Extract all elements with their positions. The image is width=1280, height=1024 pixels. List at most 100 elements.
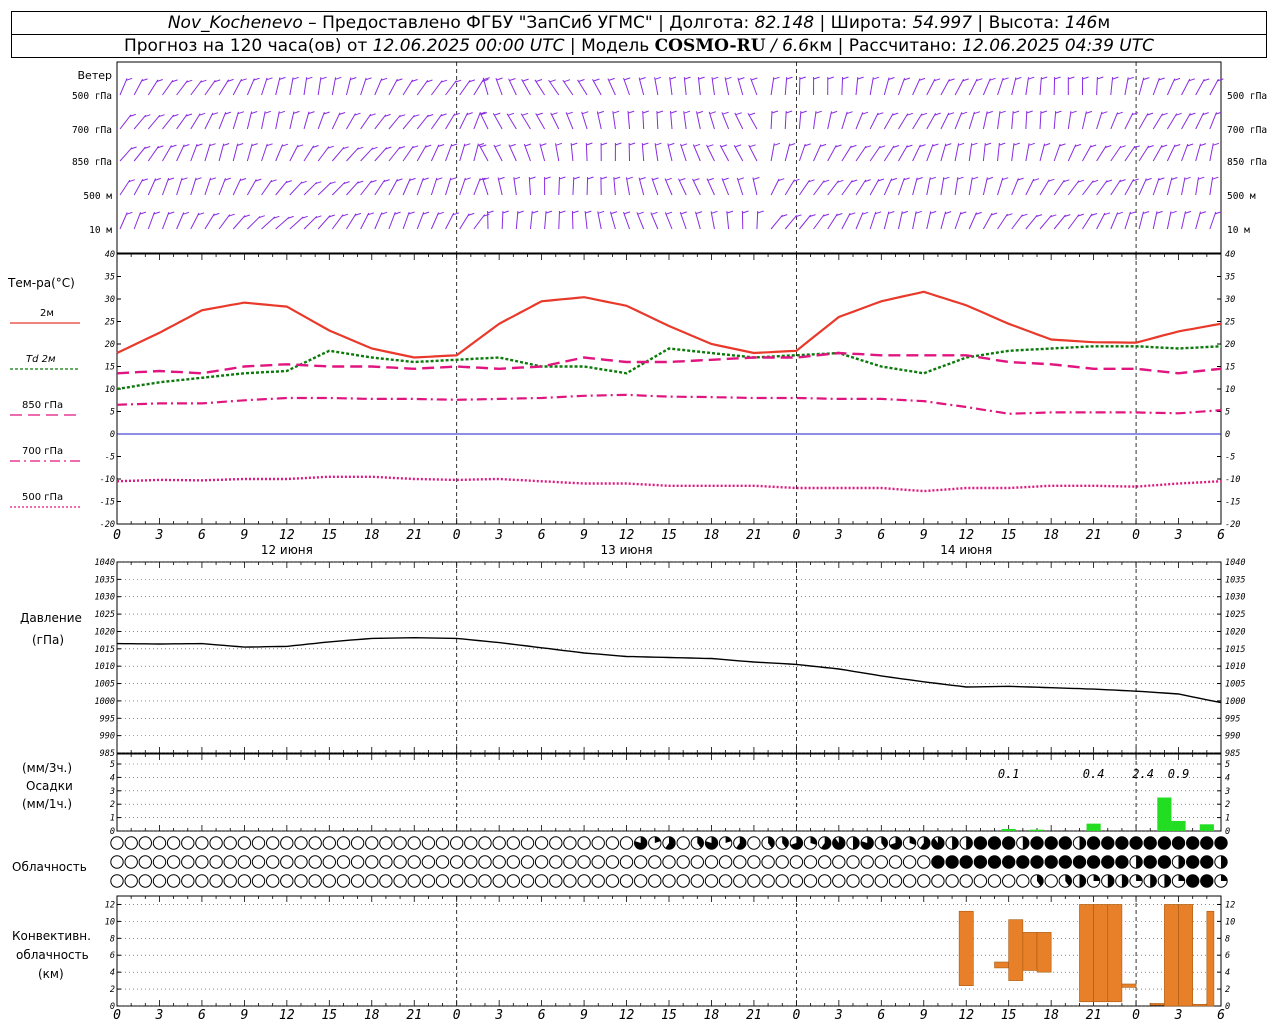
wind-barb bbox=[584, 211, 588, 230]
cloud-cover-symbol bbox=[379, 874, 393, 888]
wind-barb bbox=[459, 112, 469, 130]
wind-barb bbox=[289, 216, 304, 230]
cloud-cover-symbol bbox=[761, 855, 775, 869]
wind-barb bbox=[261, 111, 266, 130]
precip-ytick-label: 3 bbox=[1224, 787, 1230, 797]
convective-cloud-bar bbox=[1036, 932, 1052, 973]
cloud-cover-symbol bbox=[181, 855, 195, 869]
wind-barb-flag bbox=[799, 76, 806, 80]
cloud-cover-fill bbox=[1107, 874, 1115, 888]
convective-xtick-label: 9 bbox=[240, 1008, 248, 1023]
wind-barb bbox=[711, 77, 715, 96]
cloud-cover-symbol bbox=[110, 836, 124, 850]
wind-barb bbox=[1110, 145, 1122, 162]
wind-barb bbox=[954, 78, 965, 96]
wind-barb bbox=[572, 176, 575, 196]
cloud-cover-symbol bbox=[464, 836, 478, 850]
wind-barb bbox=[770, 143, 775, 162]
cloud-cover-symbol bbox=[704, 874, 719, 888]
convective-ytick-label: 8 bbox=[1225, 934, 1230, 944]
temperature-ytick-label: -20 bbox=[1225, 520, 1240, 530]
cloud-cover-symbol bbox=[266, 855, 280, 869]
wind-barb-flag bbox=[654, 76, 662, 80]
cloud-cover-fill bbox=[1073, 855, 1086, 869]
wind-barb bbox=[596, 111, 602, 130]
convective-xtick-label: 3 bbox=[155, 1008, 164, 1023]
cloud-cover-symbol bbox=[676, 855, 690, 869]
cloud-cover-fill bbox=[1030, 836, 1044, 850]
cloud-cover-fill bbox=[1136, 874, 1143, 881]
wind-barb bbox=[1081, 111, 1087, 130]
wind-barb-flag bbox=[735, 112, 742, 116]
wind-barb-flag bbox=[612, 110, 620, 114]
temperature-ytick-label: 25 bbox=[1225, 318, 1235, 328]
temperature-xtick-label: 3 bbox=[155, 528, 164, 543]
cloud-cover-symbol bbox=[379, 836, 393, 850]
wind-barb bbox=[680, 143, 687, 162]
wind-barb bbox=[550, 112, 560, 130]
wind-barb bbox=[374, 114, 387, 130]
wind-barb bbox=[784, 214, 798, 230]
wind-barb bbox=[706, 178, 715, 196]
cloud-cover-symbol bbox=[846, 874, 860, 888]
pressure-ytick-label: 1040 bbox=[95, 558, 115, 568]
cloud-cover-symbol bbox=[181, 836, 195, 850]
wind-barb-flag bbox=[665, 177, 672, 181]
cloud-cover-fill bbox=[1136, 855, 1143, 869]
wind-barb bbox=[275, 180, 288, 196]
wind-barb bbox=[1011, 143, 1015, 162]
cloud-cover-fill bbox=[1016, 855, 1029, 869]
cloud-cover-symbol bbox=[251, 836, 266, 850]
cloud-cover-symbol bbox=[506, 836, 520, 850]
cloud-cover-symbol bbox=[350, 836, 365, 850]
cloud-cover-fill bbox=[931, 855, 945, 869]
pressure-ytick-label: 1020 bbox=[1225, 627, 1245, 637]
convective-cloud-bar bbox=[1192, 1004, 1208, 1007]
wind-barb bbox=[331, 214, 344, 230]
cloud-cover-symbol bbox=[846, 855, 860, 869]
cloud-cover-symbol bbox=[775, 855, 789, 869]
cloud-cover-fill bbox=[1079, 836, 1086, 850]
wind-barb bbox=[841, 76, 844, 96]
wind-barb bbox=[968, 111, 975, 130]
wind-barb-flag bbox=[696, 110, 704, 114]
wind-barb bbox=[558, 210, 560, 230]
wind-barb bbox=[1011, 214, 1023, 230]
wind-barb-flag bbox=[494, 112, 501, 116]
wind-barb-flag bbox=[800, 110, 807, 114]
wind-barb bbox=[345, 77, 352, 96]
wind-barb bbox=[897, 177, 905, 196]
temperature-xtick-label: 0 bbox=[453, 528, 461, 543]
wind-barb bbox=[473, 214, 486, 230]
wind-barb bbox=[750, 78, 758, 96]
cloud-cover-fill bbox=[1158, 855, 1171, 869]
wind-barb-flag bbox=[773, 76, 780, 80]
wind-barb bbox=[162, 80, 174, 96]
wind-barb bbox=[1152, 145, 1163, 162]
wind-level-label: 850 гПа bbox=[72, 157, 112, 168]
wind-barb bbox=[706, 144, 715, 162]
cloud-cover-symbol bbox=[124, 836, 138, 850]
wind-barb-flag bbox=[707, 144, 714, 148]
pressure-ylabel: Давление bbox=[20, 611, 82, 625]
wind-barb bbox=[1181, 211, 1186, 230]
precip-unit-1h: (мм/1ч.) bbox=[22, 797, 72, 811]
wind-barb bbox=[497, 177, 503, 196]
cloud-cover-symbol bbox=[138, 855, 153, 869]
precip-ytick-label: 2 bbox=[1225, 800, 1230, 810]
precip-ytick-label: 0 bbox=[110, 827, 115, 837]
wind-barb-flag bbox=[680, 211, 688, 215]
wind-barb bbox=[1039, 143, 1046, 162]
wind-barb-flag bbox=[656, 110, 664, 114]
temperature-xtick-label: 9 bbox=[920, 528, 928, 543]
cloud-cover-symbol bbox=[860, 874, 874, 888]
wind-barb-flag bbox=[725, 76, 732, 80]
wind-barb-flag bbox=[668, 142, 675, 146]
cloud-cover-symbol bbox=[492, 836, 506, 850]
wind-barb-flag bbox=[578, 79, 585, 82]
cloud-cover-symbol bbox=[506, 855, 520, 869]
pressure-ytick-label: 1030 bbox=[1225, 593, 1245, 603]
wind-barb-flag bbox=[971, 176, 979, 180]
wind-barb bbox=[1110, 112, 1119, 130]
wind-barb bbox=[841, 145, 852, 162]
